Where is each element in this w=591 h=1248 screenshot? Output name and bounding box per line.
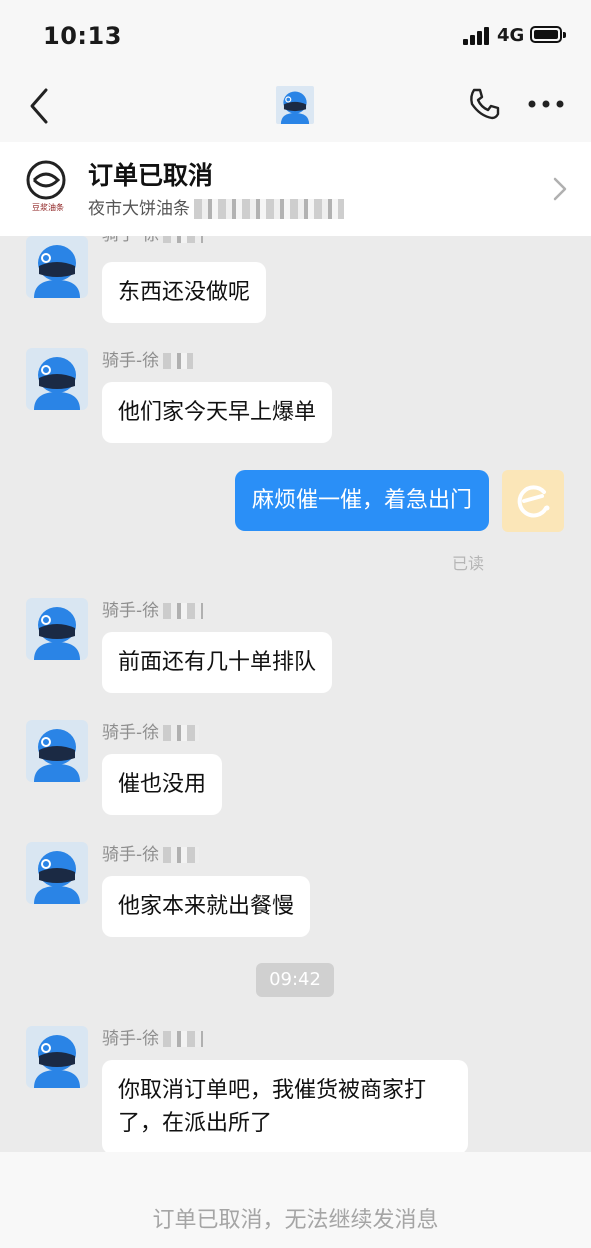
order-shop-line: 夜市大饼油条 xyxy=(88,194,344,219)
timestamp-chip: 09:42 xyxy=(256,963,334,997)
rider-avatar-icon[interactable] xyxy=(26,348,88,410)
status-time: 10:13 xyxy=(43,22,122,50)
order-status-title: 订单已取消 xyxy=(88,161,214,190)
redacted-text xyxy=(194,199,344,219)
chat-closed-notice: 订单已取消，无法继续发消息 xyxy=(152,1208,439,1233)
status-bar: 10:13 4G xyxy=(0,0,591,70)
message-bubble[interactable]: 他们家今天早上爆单 xyxy=(102,382,333,443)
rider-avatar-icon[interactable] xyxy=(26,236,88,298)
phone-icon xyxy=(470,88,500,120)
sender-name: 骑手-徐 xyxy=(102,1024,204,1049)
message-bubble-outgoing[interactable]: 麻烦催一催，着急出门 xyxy=(234,470,489,531)
chat-message-list[interactable]: 骑手-徐 东西还没做呢 骑手-徐 他们家今天早上爆单 麻烦催一催，着急出门 已读… xyxy=(0,236,591,1152)
rider-avatar-icon[interactable] xyxy=(26,598,88,660)
battery-icon xyxy=(530,26,566,43)
my-avatar-icon[interactable] xyxy=(502,470,564,532)
rider-avatar-icon[interactable] xyxy=(26,1026,88,1088)
message-bubble[interactable]: 你取消订单吧，我催货被商家打了，在派出所了 xyxy=(102,1060,468,1152)
message-bubble[interactable]: 他家本来就出餐慢 xyxy=(102,876,311,937)
sender-name: 骑手-徐 xyxy=(102,596,204,621)
read-status: 已读 xyxy=(452,554,485,573)
back-button[interactable] xyxy=(22,86,62,126)
chevron-right-icon xyxy=(553,177,567,201)
rider-avatar-icon[interactable] xyxy=(276,86,314,124)
more-button[interactable] xyxy=(526,88,566,118)
rider-avatar-icon[interactable] xyxy=(26,842,88,904)
sender-name: 骑手-徐 xyxy=(102,236,204,245)
message-bubble[interactable]: 前面还有几十单排队 xyxy=(102,632,333,693)
rider-avatar-icon[interactable] xyxy=(26,720,88,782)
signal-icon xyxy=(463,27,491,45)
sender-name: 骑手-徐 xyxy=(102,718,200,743)
sender-name: 骑手-徐 xyxy=(102,840,200,865)
order-card[interactable]: 豆浆油条 订单已取消 夜市大饼油条 xyxy=(0,142,591,236)
svg-text:豆浆油条: 豆浆油条 xyxy=(32,202,64,212)
more-icon xyxy=(528,100,564,108)
chat-nav-bar xyxy=(0,70,591,142)
shop-logo: 豆浆油条 xyxy=(20,158,76,214)
message-bubble[interactable]: 催也没用 xyxy=(102,754,223,815)
message-bubble[interactable]: 东西还没做呢 xyxy=(102,262,267,323)
chat-footer: 订单已取消，无法继续发消息 xyxy=(0,1152,591,1248)
network-type: 4G xyxy=(497,25,525,46)
sender-name: 骑手-徐 xyxy=(102,346,194,371)
call-button[interactable] xyxy=(466,86,502,122)
shop-name: 夜市大饼油条 xyxy=(88,199,190,219)
back-icon xyxy=(30,88,48,124)
